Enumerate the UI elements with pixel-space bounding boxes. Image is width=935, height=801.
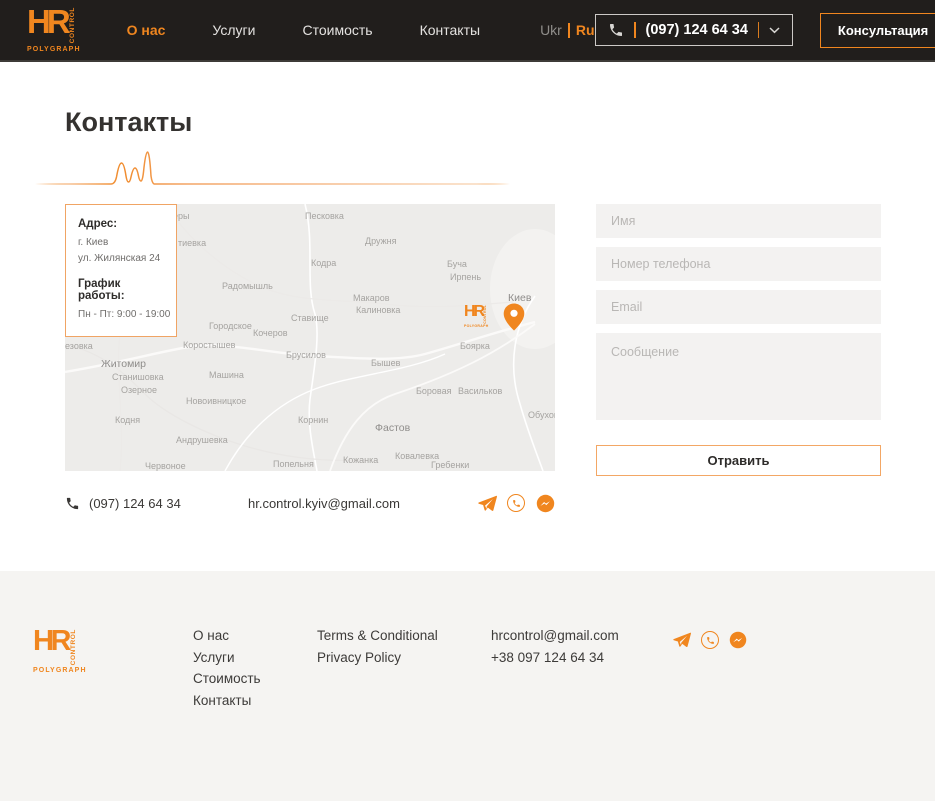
map-place-label: Житомир bbox=[101, 358, 146, 370]
map-place-label: Дружня bbox=[365, 236, 396, 246]
map-place-label: Макаров bbox=[353, 293, 390, 303]
map-place-label: Ставище bbox=[291, 313, 329, 323]
social-links bbox=[477, 493, 555, 513]
header: HR CONTROL POLYGRAPH О нас Услуги Стоимо… bbox=[0, 0, 935, 62]
header-phone-number: (097) 124 64 34 bbox=[646, 22, 748, 38]
footer-contacts: hrcontrol@gmail.com +38 097 124 64 34 bbox=[491, 629, 672, 801]
map-place-label: Боярка bbox=[460, 341, 490, 351]
footer-nav-contacts[interactable]: Контакты bbox=[193, 694, 317, 708]
map-place-label: Новоивницкое bbox=[186, 396, 246, 406]
telegram-icon[interactable] bbox=[477, 493, 497, 513]
phone-box-divider bbox=[634, 22, 636, 38]
contact-phone-link[interactable]: (097) 124 64 34 bbox=[65, 496, 248, 511]
messenger-icon[interactable] bbox=[728, 630, 748, 650]
map-place-label: Кодня bbox=[115, 415, 140, 425]
hr-control-logo[interactable]: HR CONTROL POLYGRAPH bbox=[27, 7, 81, 52]
footer-nav-pricing[interactable]: Стоимость bbox=[193, 672, 317, 686]
map-place-label: езовка bbox=[65, 341, 93, 351]
schedule-label: График работы: bbox=[78, 278, 168, 302]
contact-info-row: (097) 124 64 34 hr.control.kyiv@gmail.co… bbox=[65, 493, 555, 513]
nav-item-contacts[interactable]: Контакты bbox=[420, 22, 480, 38]
phone-dropdown[interactable]: (097) 124 64 34 bbox=[595, 14, 793, 46]
main-nav: О нас Услуги Стоимость Контакты bbox=[127, 22, 480, 38]
phone-box-divider-2 bbox=[758, 22, 759, 38]
map-hr-logo: HR CONTROL POLYGRAPH bbox=[464, 305, 489, 328]
lang-ru[interactable]: Ru bbox=[576, 22, 595, 38]
phone-icon bbox=[65, 496, 80, 511]
telegram-icon[interactable] bbox=[672, 630, 692, 650]
name-input[interactable] bbox=[596, 204, 881, 238]
map-pin-icon[interactable] bbox=[503, 303, 525, 336]
map-place-label: Корнин bbox=[298, 415, 328, 425]
main-content: Контакты bbox=[0, 62, 935, 571]
address-street: ул. Жилянская 24 bbox=[78, 251, 168, 267]
map[interactable]: еры Песковка тиевка Дружня Кодра Буча Ир… bbox=[65, 204, 555, 471]
footer-terms-link[interactable]: Terms & Conditional bbox=[317, 629, 491, 643]
map-place-label: Брусилов bbox=[286, 350, 326, 360]
footer-nav-services[interactable]: Услуги bbox=[193, 651, 317, 665]
lang-divider bbox=[568, 23, 570, 38]
nav-item-about[interactable]: О нас bbox=[127, 22, 166, 38]
logo-polygraph-text: POLYGRAPH bbox=[27, 46, 81, 53]
map-place-label: Станишовка bbox=[112, 372, 164, 382]
consultation-button[interactable]: Консультация bbox=[820, 13, 935, 48]
contact-phone-text: (097) 124 64 34 bbox=[89, 496, 181, 511]
address-city: г. Киев bbox=[78, 235, 168, 251]
map-place-label: Фастов bbox=[375, 422, 410, 434]
map-place-label: Червоное bbox=[145, 461, 186, 471]
footer-nav-about[interactable]: О нас bbox=[193, 629, 317, 643]
chevron-down-icon bbox=[769, 27, 780, 34]
footer-social-links bbox=[672, 629, 748, 801]
map-place-label: Озерное bbox=[121, 385, 157, 395]
map-place-label: Кожанка bbox=[343, 455, 378, 465]
map-place-label: Обухов bbox=[528, 410, 555, 420]
footer-legal: Terms & Conditional Privacy Policy bbox=[317, 629, 491, 801]
map-place-label: Попельня bbox=[273, 459, 314, 469]
language-switcher: Ukr Ru bbox=[540, 22, 594, 38]
schedule-value: Пн - Пт: 9:00 - 19:00 bbox=[78, 307, 168, 323]
address-card: Адрес: г. Киев ул. Жилянская 24 График р… bbox=[65, 204, 177, 337]
footer-logo[interactable]: HR CONTROL POLYGRAPH bbox=[33, 629, 87, 674]
logo-control-text: CONTROL bbox=[70, 7, 77, 43]
messenger-icon[interactable] bbox=[535, 493, 555, 513]
map-place-label: Буча bbox=[447, 259, 467, 269]
footer-privacy-link[interactable]: Privacy Policy bbox=[317, 651, 491, 665]
map-place-label: Бышев bbox=[371, 358, 400, 368]
footer: HR CONTROL POLYGRAPH О нас Услуги Стоимо… bbox=[0, 571, 935, 801]
contact-email-link[interactable]: hr.control.kyiv@gmail.com bbox=[248, 496, 400, 511]
phone-input[interactable] bbox=[596, 247, 881, 281]
nav-item-pricing[interactable]: Стоимость bbox=[302, 22, 372, 38]
footer-email-link[interactable]: hrcontrol@gmail.com bbox=[491, 629, 672, 643]
map-place-label: Песковка bbox=[305, 211, 344, 221]
map-place-label: Андрушевка bbox=[176, 435, 228, 445]
map-place-label: Кочеров bbox=[253, 328, 288, 338]
email-input[interactable] bbox=[596, 290, 881, 324]
footer-phone-link[interactable]: +38 097 124 64 34 bbox=[491, 651, 672, 665]
map-place-label: Коростышев bbox=[183, 340, 235, 350]
map-place-label: тиевка bbox=[178, 238, 206, 248]
address-label: Адрес: bbox=[78, 218, 168, 230]
viber-icon[interactable] bbox=[506, 493, 526, 513]
lang-ukr[interactable]: Ukr bbox=[540, 22, 562, 38]
map-place-label: Ирпень bbox=[450, 272, 481, 282]
contact-form: Отравить bbox=[596, 204, 881, 476]
submit-button[interactable]: Отравить bbox=[596, 445, 881, 476]
map-place-label: Гребенки bbox=[431, 460, 469, 470]
footer-nav: О нас Услуги Стоимость Контакты bbox=[193, 629, 317, 801]
logo-hr-text: HR bbox=[27, 7, 67, 43]
map-place-label: Боровая bbox=[416, 386, 451, 396]
map-place-label: Кодра bbox=[311, 258, 336, 268]
pulse-line-decoration bbox=[35, 150, 510, 188]
map-place-label: Машина bbox=[209, 370, 244, 380]
phone-icon bbox=[608, 22, 624, 38]
map-place-label: Радомышль bbox=[222, 281, 273, 291]
page-title: Контакты bbox=[65, 107, 881, 138]
viber-icon[interactable] bbox=[700, 630, 720, 650]
map-place-label: Васильков bbox=[458, 386, 502, 396]
map-place-label: Городское bbox=[209, 321, 252, 331]
message-textarea[interactable] bbox=[596, 333, 881, 420]
map-place-label: Калиновка bbox=[356, 305, 400, 315]
nav-item-services[interactable]: Услуги bbox=[212, 22, 255, 38]
